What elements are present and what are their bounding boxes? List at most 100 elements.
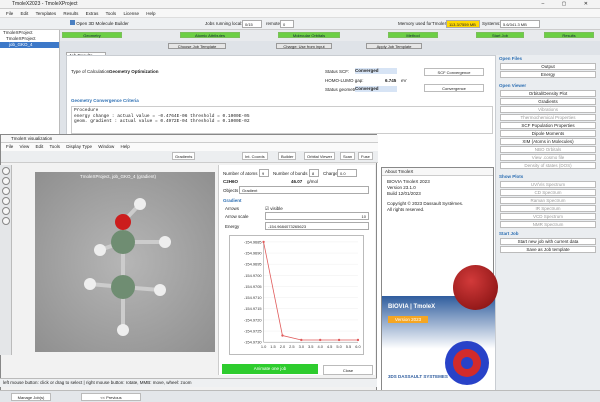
step-atomic-attributes[interactable]: Atomic Attributes xyxy=(180,32,240,38)
vcd-button[interactable]: VCD Spectrum xyxy=(500,213,596,220)
orbital-plot-button[interactable]: Orbital/Density Plot xyxy=(500,90,596,97)
energy-button[interactable]: Energy xyxy=(500,71,596,78)
y-tick-label: -154.9700 xyxy=(244,273,262,278)
viz-menu-tools[interactable]: Tools xyxy=(50,143,61,151)
x-tick-label: 5.5 xyxy=(346,344,352,349)
about-rights: All rights reserved. xyxy=(387,207,425,212)
charge-select[interactable]: Charge: Use from input xyxy=(276,43,332,49)
menu-tools[interactable]: Tools xyxy=(106,11,117,16)
tmolex-mem-value: 113.3/7559 MB xyxy=(446,20,480,28)
ir-button[interactable]: IR Spectrum xyxy=(500,205,596,212)
gradients-button[interactable]: Gradients xyxy=(500,98,596,105)
status-scf-value: Converged xyxy=(355,68,397,74)
close-viz-button[interactable]: Close xyxy=(323,365,373,375)
animate-button[interactable]: Animate one job xyxy=(222,364,318,374)
objects-select[interactable]: Gradient xyxy=(239,186,369,194)
apply-job-template-button[interactable]: Apply Job Template xyxy=(366,43,422,49)
vibrations-button[interactable]: Vibrations xyxy=(500,106,596,113)
x-tick-label: 3.5 xyxy=(308,344,314,349)
cube-icon xyxy=(70,20,75,25)
num-bonds-label: Number of bonds xyxy=(273,171,308,176)
criteria-box: Procedure energy change : actual value =… xyxy=(71,106,493,134)
cd-button[interactable]: CD Spectrum xyxy=(500,189,596,196)
raman-button[interactable]: Raman Spectrum xyxy=(500,197,596,204)
output-button[interactable]: Output xyxy=(500,63,596,70)
window-controls[interactable]: – ▢ ✕ xyxy=(542,1,596,7)
viz-menu-display-type[interactable]: Display Type xyxy=(66,143,92,151)
builder-tool[interactable]: Builder xyxy=(278,152,297,160)
arrows-label: Arrows xyxy=(225,206,240,211)
uvvis-button[interactable]: UV/Vis Spectrum xyxy=(500,181,596,188)
menu-license[interactable]: License xyxy=(123,11,139,16)
criteria-line: geom. gradient : actual value = 0.4972E-… xyxy=(74,119,250,124)
scf-pop-button[interactable]: SCF Population Properties xyxy=(500,122,596,129)
move-icon[interactable] xyxy=(2,187,10,195)
cosmo-button[interactable]: View .cosmo file xyxy=(500,154,596,161)
energy-point xyxy=(356,338,360,342)
energy-point xyxy=(281,334,284,337)
nbo-button[interactable]: NBO Orbitals xyxy=(500,146,596,153)
reset-icon[interactable] xyxy=(2,217,10,225)
mass: 46.07 xyxy=(291,179,303,184)
status-scf-label: Status SCF: xyxy=(325,69,350,74)
select-icon[interactable] xyxy=(2,197,10,205)
start-new-job-button[interactable]: Start new job with current data xyxy=(500,238,596,245)
about-title: About TmoleX xyxy=(382,168,493,176)
measure-icon[interactable] xyxy=(2,207,10,215)
y-tick-label: -154.9710 xyxy=(244,295,262,300)
menu-extras[interactable]: Extras xyxy=(86,11,99,16)
step-start-job[interactable]: Start Job xyxy=(476,32,524,38)
menu-edit[interactable]: Edit xyxy=(21,11,29,16)
jobs-remote-label: remote: xyxy=(266,21,282,26)
viz-menu-file[interactable]: File xyxy=(6,143,13,151)
energy-point xyxy=(300,338,303,342)
step-molecular-orbitals[interactable]: Molecular Orbitals xyxy=(278,32,340,38)
step-results[interactable]: Results xyxy=(544,32,594,38)
energy-chart: -154.9730 -154.9725 -154.9720 -154.9715 -154… xyxy=(229,235,364,355)
x-tick-label: 4.0 xyxy=(317,344,323,349)
save-job-template-button[interactable]: Save as Job template xyxy=(500,246,596,253)
crystal-graphic xyxy=(445,341,489,385)
dos-button[interactable]: Density of states (DOS) xyxy=(500,162,596,169)
energy-panel: Number of atoms 9 Number of bonds 8 Char… xyxy=(218,165,375,375)
molecule-viewer[interactable]: TmoleXProject, job_GKO_4 (gradient) xyxy=(35,172,215,352)
gradients-tool[interactable]: Gradients xyxy=(172,152,196,160)
int-coords-tool[interactable]: Int. Coords xyxy=(242,152,268,160)
molecule-graphic xyxy=(84,198,171,336)
x-tick-label: 1.0 xyxy=(261,344,267,349)
viz-menu-view[interactable]: View xyxy=(20,143,30,151)
scan-tool[interactable]: Scan xyxy=(340,152,356,160)
systems-label: Systems: xyxy=(482,21,501,26)
nmr-button[interactable]: NMR Spectrum xyxy=(500,221,596,228)
toolbar: Open 3D Molecule Builder Jobs running lo… xyxy=(0,18,600,30)
step-method[interactable]: Method xyxy=(388,32,438,38)
rotate-icon[interactable] xyxy=(2,167,10,175)
energy-point xyxy=(262,240,265,244)
choose-job-template-button[interactable]: Choose Job Template xyxy=(168,43,226,49)
menu-help[interactable]: Help xyxy=(146,11,155,16)
open-3d-builder-button[interactable]: Open 3D Molecule Builder xyxy=(70,20,129,26)
menu-bar: File Edit Templates Results Extras Tools… xyxy=(0,9,600,18)
menu-templates[interactable]: Templates xyxy=(36,11,57,16)
scf-convergence-button[interactable]: SCF Convergence xyxy=(424,68,484,76)
convergence-button[interactable]: Convergence xyxy=(424,84,484,92)
orbital-viewer-tool[interactable]: Orbital Viewer xyxy=(304,152,336,160)
viz-menu-edit[interactable]: Edit xyxy=(35,143,43,151)
x-tick-label: 4.5 xyxy=(327,344,333,349)
viz-menu-window[interactable]: Window xyxy=(98,143,114,151)
previous-button[interactable]: << Previous xyxy=(81,393,141,401)
menu-file[interactable]: File xyxy=(6,11,13,16)
tree-job[interactable]: job_GKO_4 xyxy=(0,42,59,48)
gradient-head: Gradient xyxy=(223,198,242,203)
dipole-button[interactable]: Dipole Moments xyxy=(500,130,596,137)
thermo-button[interactable]: Thermochemical Properties xyxy=(500,114,596,121)
arrow-scale-field[interactable]: 10 xyxy=(265,212,369,220)
menu-results[interactable]: Results xyxy=(63,11,78,16)
aim-button[interactable]: XIM (Atoms in Molecules) xyxy=(500,138,596,145)
zoom-icon[interactable] xyxy=(2,177,10,185)
fuse-tool[interactable]: Fuse xyxy=(358,152,373,160)
viz-menu-help[interactable]: Help xyxy=(121,143,130,151)
manage-jobs-button[interactable]: Manage Job(s) xyxy=(11,393,51,401)
window-title: TmoleX2023 - TmoleXProject xyxy=(12,1,78,7)
step-geometry[interactable]: Geometry xyxy=(62,32,122,38)
